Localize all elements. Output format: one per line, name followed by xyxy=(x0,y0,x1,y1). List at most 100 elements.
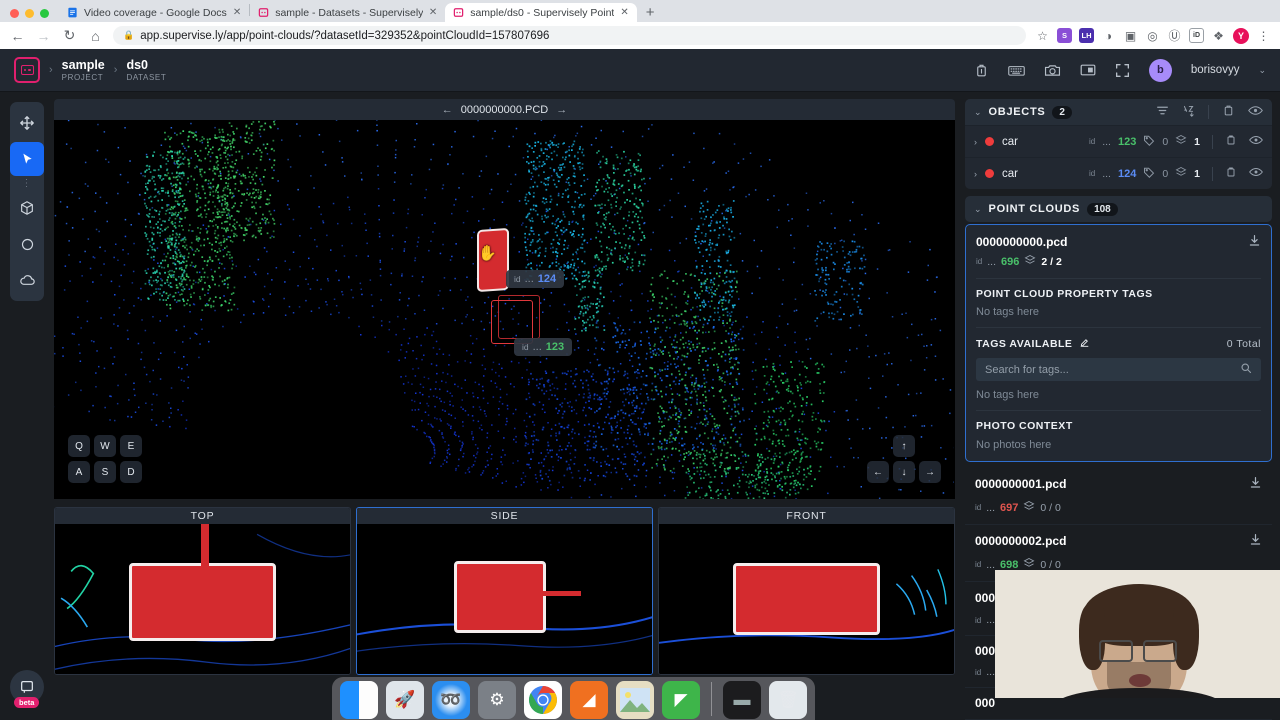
trash-icon[interactable] xyxy=(1225,134,1237,149)
camera-icon[interactable] xyxy=(1044,63,1061,78)
sort-az-icon[interactable] xyxy=(1182,104,1195,120)
three-dot-menu-icon[interactable]: ⋮ xyxy=(1256,28,1271,43)
close-window-button[interactable] xyxy=(10,9,19,18)
back-button[interactable]: ← xyxy=(9,27,26,44)
browser-tab-0-close-icon[interactable]: ✕ xyxy=(233,7,241,18)
browser-tab-2[interactable]: sample/ds0 - Supervisely Point ✕ xyxy=(445,3,637,22)
dock-finder-icon[interactable] xyxy=(340,681,378,719)
point-clouds-panel-header[interactable]: ⌄ POINT CLOUDS 108 xyxy=(965,196,1272,222)
browser-tab-1[interactable]: sample - Datasets - Supervisely ✕ xyxy=(250,3,446,22)
view-side[interactable]: SIDE xyxy=(356,507,653,675)
u-badge-icon[interactable]: Ⓤ xyxy=(1167,28,1182,43)
point-cloud-tool[interactable] xyxy=(10,263,44,297)
browser-tab-1-close-icon[interactable]: ✕ xyxy=(429,7,437,18)
webcam-hair-right xyxy=(1173,604,1199,670)
dock-system-preferences-icon[interactable]: ⚙ xyxy=(478,681,516,719)
cuboid-tool[interactable] xyxy=(10,191,44,225)
keyboard-icon[interactable] xyxy=(1008,63,1025,78)
object-id-value: 124 xyxy=(1117,167,1137,180)
address-bar[interactable]: 🔒 app.supervise.ly/app/point-clouds/?dat… xyxy=(113,26,1026,45)
dock-safari-icon[interactable]: ➿ xyxy=(432,681,470,719)
browser-tab-0[interactable]: Video coverage - Google Docs ✕ xyxy=(59,3,250,22)
minimize-window-button[interactable] xyxy=(25,9,34,18)
panel-layout-icon[interactable] xyxy=(1080,63,1096,77)
download-icon[interactable] xyxy=(1249,476,1262,492)
eye-icon[interactable] xyxy=(1249,134,1263,149)
extension-lh[interactable]: LH xyxy=(1079,28,1094,43)
key-w[interactable]: W xyxy=(94,435,116,457)
trash-icon[interactable] xyxy=(1225,166,1237,181)
prev-frame-button[interactable]: ← xyxy=(442,104,453,116)
key-s[interactable]: S xyxy=(94,461,116,483)
table-row[interactable]: › car id ... 123 0 1 xyxy=(965,125,1272,157)
expand-chevron-icon[interactable]: › xyxy=(974,137,977,147)
chevron-down-icon[interactable]: ⌄ xyxy=(974,107,982,118)
home-button[interactable]: ⌂ xyxy=(87,27,104,44)
dock-photos-icon[interactable] xyxy=(616,681,654,719)
extension-s[interactable]: S xyxy=(1057,28,1072,43)
dock-launchpad-icon[interactable]: 🚀 xyxy=(386,681,424,719)
key-arrow-right[interactable]: → xyxy=(919,461,941,483)
view-front[interactable]: FRONT xyxy=(658,507,955,675)
search-input[interactable]: Search for tags... xyxy=(976,358,1261,381)
breadcrumb-project[interactable]: sample PROJECT xyxy=(62,58,105,81)
key-arrow-left[interactable]: ← xyxy=(867,461,889,483)
new-tab-button[interactable]: + xyxy=(637,5,664,22)
dock-dark-app-icon[interactable]: ▬ xyxy=(723,681,761,719)
chevron-down-icon[interactable]: ⌄ xyxy=(974,204,982,215)
dock-google-chrome-icon[interactable] xyxy=(524,681,562,719)
eye-icon[interactable] xyxy=(1248,104,1263,120)
breadcrumb-dataset[interactable]: ds0 DATASET xyxy=(126,58,166,81)
reload-button[interactable]: ↻ xyxy=(61,27,78,44)
extension-id[interactable]: iD xyxy=(1189,28,1204,43)
dock-orange-app-icon[interactable]: ◢ xyxy=(570,681,608,719)
view-top-box[interactable] xyxy=(128,562,277,641)
selected-point-cloud-card[interactable]: 0000000000.pcd id ... 696 2 / 2 POINT CL… xyxy=(965,224,1272,462)
avatar[interactable]: b xyxy=(1148,58,1172,82)
point-cloud-viewport[interactable]: ✋ id ... 124 id ... 123 Q W E A S D ↑ ← … xyxy=(54,120,955,499)
select-tool[interactable] xyxy=(10,142,44,176)
key-q[interactable]: Q xyxy=(68,435,90,457)
list-item[interactable]: 0000000001.pcd id ... 697 0 / 0 xyxy=(965,468,1272,525)
dock-trash-icon[interactable]: 🗑 xyxy=(769,681,807,719)
view-front-canvas[interactable] xyxy=(659,523,954,674)
maximize-window-button[interactable] xyxy=(40,9,49,18)
username-label[interactable]: borisovyy xyxy=(1191,64,1240,76)
view-side-canvas[interactable] xyxy=(357,523,652,674)
key-arrow-down[interactable]: ↓ xyxy=(893,461,915,483)
eye-icon[interactable] xyxy=(1249,166,1263,181)
moon-icon[interactable]: ◑ xyxy=(1101,28,1116,43)
window-traffic-lights[interactable] xyxy=(4,9,59,22)
view-top-canvas[interactable] xyxy=(55,523,350,674)
view-top[interactable]: TOP xyxy=(54,507,351,675)
download-icon[interactable] xyxy=(1248,234,1261,250)
fullscreen-icon[interactable] xyxy=(1115,63,1130,78)
search-icon[interactable] xyxy=(1240,362,1252,377)
key-d[interactable]: D xyxy=(120,461,142,483)
next-frame-button[interactable]: → xyxy=(556,104,567,116)
browser-tab-2-close-icon[interactable]: ✕ xyxy=(620,7,628,18)
screenshot-icon[interactable]: ▣ xyxy=(1123,28,1138,43)
download-icon[interactable] xyxy=(1249,533,1262,549)
table-row[interactable]: › car id ... 124 0 1 xyxy=(965,157,1272,189)
chevron-down-icon[interactable]: ⌄ xyxy=(1258,65,1266,76)
bookmark-star-icon[interactable]: ☆ xyxy=(1035,28,1050,43)
key-e[interactable]: E xyxy=(120,435,142,457)
trash-icon[interactable] xyxy=(974,63,989,78)
forward-button[interactable]: → xyxy=(35,27,52,44)
pan-tool[interactable] xyxy=(10,106,44,140)
puzzle-piece-icon[interactable]: ❖ xyxy=(1211,28,1226,43)
dock-green-app-icon[interactable]: ◤ xyxy=(662,681,700,719)
key-arrow-up[interactable]: ↑ xyxy=(893,435,915,457)
view-side-box[interactable] xyxy=(454,561,546,634)
objects-panel-header[interactable]: ⌄ OBJECTS 2 xyxy=(965,99,1272,125)
filter-icon[interactable] xyxy=(1156,104,1169,120)
sphere-tool[interactable] xyxy=(10,227,44,261)
edit-icon[interactable] xyxy=(1079,337,1090,351)
expand-chevron-icon[interactable]: › xyxy=(974,169,977,179)
camera-icon[interactable]: ◎ xyxy=(1145,28,1160,43)
key-a[interactable]: A xyxy=(68,461,90,483)
browser-profile-avatar[interactable]: Y xyxy=(1233,27,1249,44)
view-front-box[interactable] xyxy=(732,562,881,635)
trash-icon[interactable] xyxy=(1222,104,1235,120)
